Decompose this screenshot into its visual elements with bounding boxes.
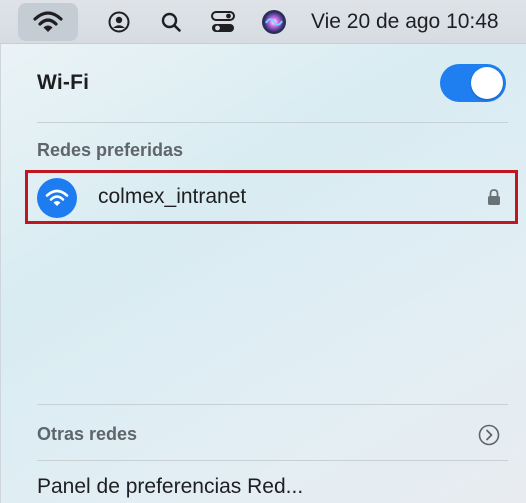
other-networks-row[interactable]: Otras redes [1,418,526,450]
menubar-datetime[interactable]: Vie 20 de ago 10:48 [311,0,499,44]
menubar-siri-button[interactable] [258,0,290,44]
network-preferences-link[interactable]: Panel de preferencias Red... [37,475,303,499]
other-networks-label: Otras redes [37,423,138,444]
siri-icon [262,10,286,34]
menubar-wifi-button[interactable] [18,3,78,41]
menubar-search-button[interactable] [156,0,186,44]
divider [37,122,508,123]
divider [37,404,508,405]
toggle-knob [471,67,503,99]
wifi-icon [45,189,69,206]
menu-bar: Vie 20 de ago 10:48 [0,0,526,44]
network-wifi-badge [37,178,77,218]
divider [37,460,508,461]
menubar-user-button[interactable] [104,0,134,44]
wifi-panel-title: Wi-Fi [37,71,90,94]
control-center-icon [211,11,235,32]
wifi-toggle[interactable] [440,64,506,102]
search-icon [161,12,181,32]
chevron-right-circle-icon[interactable] [478,424,500,446]
network-item-colmex-intranet[interactable]: colmex_intranet [25,170,518,224]
menubar-control-center-button[interactable] [206,0,240,44]
wifi-icon [33,11,63,32]
preferred-networks-label: Redes preferidas [37,139,184,160]
lock-icon [488,189,500,205]
network-name: colmex_intranet [98,185,247,208]
user-circle-icon [108,11,130,33]
wifi-panel: Wi-Fi Redes preferidas colmex_intranet O… [0,44,526,503]
